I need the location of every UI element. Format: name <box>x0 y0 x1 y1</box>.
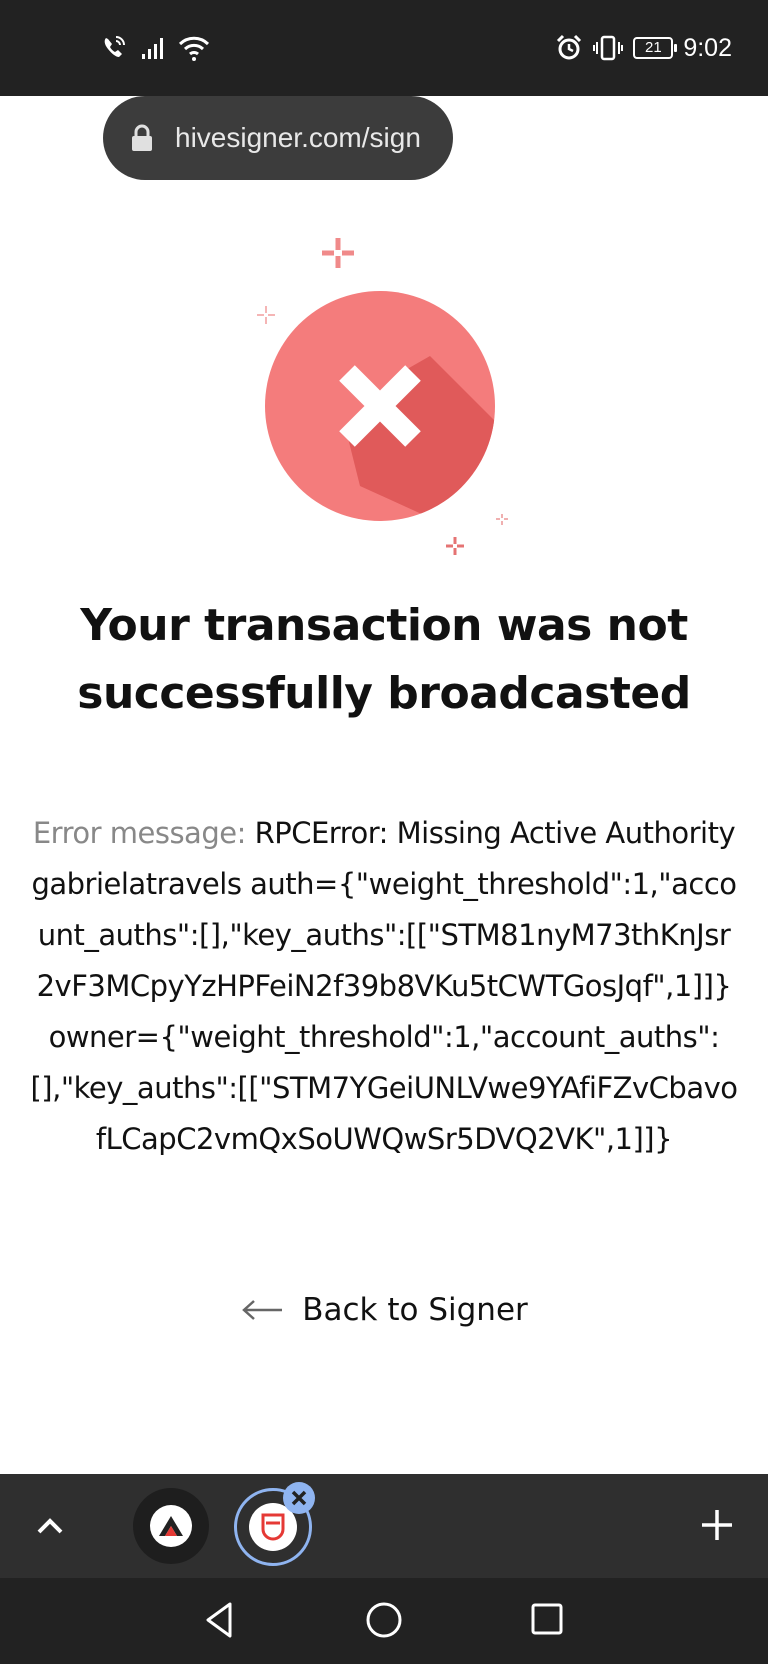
page-content: Your transaction was not successfully br… <box>0 196 768 1474</box>
recents-square-icon[interactable] <box>530 1602 564 1636</box>
peak-logo-icon <box>159 1516 183 1536</box>
plus-icon[interactable] <box>500 116 540 156</box>
back-triangle-icon[interactable] <box>200 1600 240 1640</box>
more-vert-icon[interactable] <box>695 116 719 160</box>
url-text: hivesigner.com/sign <box>175 122 421 153</box>
home-icon[interactable] <box>28 116 74 162</box>
error-label: Error message: <box>32 816 247 850</box>
tab-strip <box>0 1474 768 1578</box>
clock: 9:02 <box>683 33 732 62</box>
plus-icon[interactable] <box>700 1508 734 1542</box>
chevron-up-icon[interactable] <box>34 1510 66 1542</box>
signal-icon <box>142 38 163 59</box>
home-circle-icon[interactable] <box>364 1600 404 1640</box>
sparkle-icon <box>257 306 275 324</box>
sparkle-icon <box>322 238 354 268</box>
app-tab-logo <box>150 1505 192 1547</box>
battery-icon: 21 <box>633 37 678 59</box>
status-bar: 21 9:02 <box>0 0 768 96</box>
system-nav-bar <box>0 1578 768 1664</box>
sparkle-icon <box>496 514 508 525</box>
lock-icon <box>132 124 152 151</box>
close-icon[interactable] <box>283 1482 315 1514</box>
app-tab-icon[interactable] <box>133 1488 209 1564</box>
status-left <box>100 30 210 66</box>
back-label: Back to Signer <box>302 1292 528 1328</box>
sparkle-icon <box>446 537 464 555</box>
arrow-left-icon <box>242 1300 283 1320</box>
status-right: 21 9:02 <box>555 30 732 66</box>
wifi-calling-icon <box>104 36 125 57</box>
error-text: RPCError: Missing Active Authority gabri… <box>30 816 738 1156</box>
error-message: Error message: RPCError: Missing Active … <box>30 808 738 1165</box>
vibrate-icon <box>593 35 624 61</box>
alarm-icon <box>557 34 582 60</box>
back-to-signer-link[interactable]: Back to Signer <box>0 1292 768 1328</box>
url-bar[interactable]: hivesigner.com/sign <box>103 96 453 180</box>
page-title: Your transaction was not successfully br… <box>77 600 691 719</box>
tabs-icon[interactable]: 27 <box>603 118 641 156</box>
error-illustration <box>257 238 508 555</box>
wifi-icon <box>178 36 210 61</box>
